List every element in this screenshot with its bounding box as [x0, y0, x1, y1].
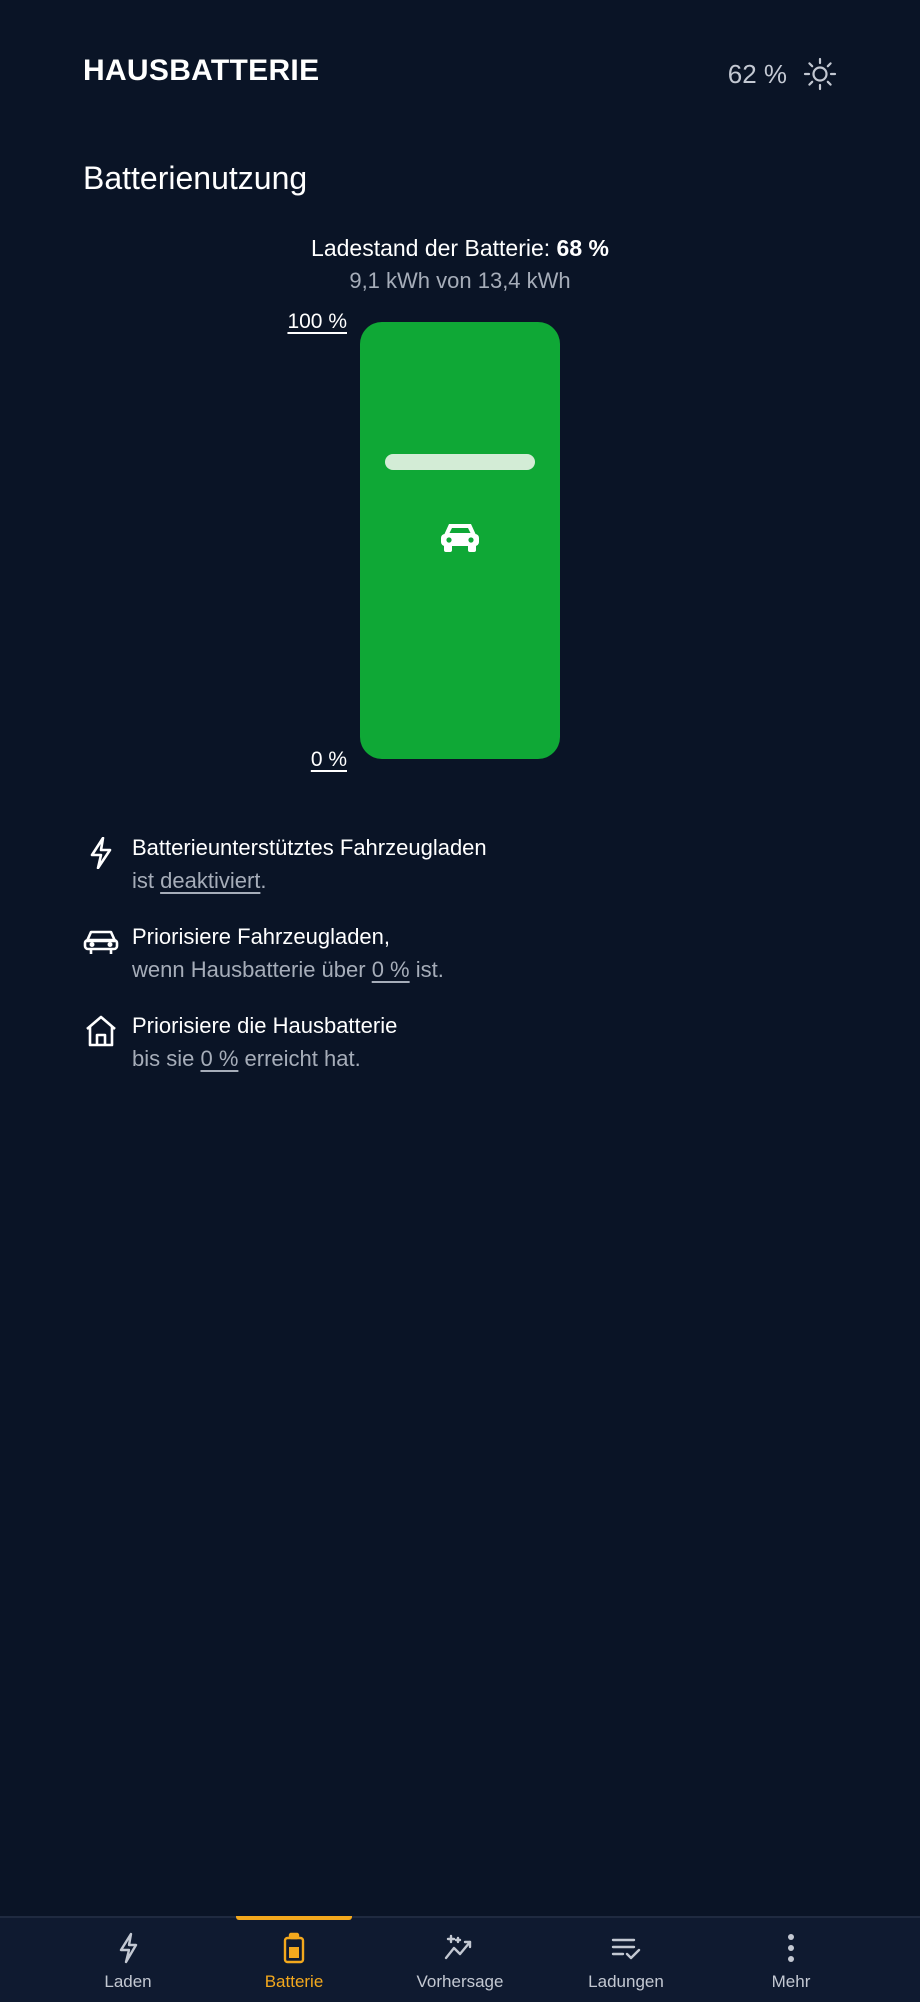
nav-item-mehr[interactable]: Mehr	[716, 1918, 866, 2002]
nav-label: Ladungen	[588, 1972, 664, 1991]
threshold-link[interactable]: 0 %	[200, 1046, 238, 1071]
setting-detail: bis sie 0 % erreicht hat.	[132, 1046, 361, 1071]
sun-icon[interactable]	[803, 57, 837, 91]
setting-detail: ist deaktiviert.	[132, 868, 267, 893]
status-link[interactable]: deaktiviert	[160, 868, 260, 893]
setting-detail: wenn Hausbatterie über 0 % ist.	[132, 957, 444, 982]
nav-label: Mehr	[771, 1972, 811, 1991]
charge-label: Ladestand der Batterie:	[311, 235, 551, 261]
nav-item-ladungen[interactable]: Ladungen	[551, 1918, 701, 2002]
more-vertical-icon	[788, 1934, 794, 1962]
scale-bottom-label[interactable]: 0 %	[311, 748, 347, 772]
header-right: 62 %	[728, 50, 837, 98]
header: HAUSBATTERIE 62 %	[83, 50, 837, 98]
setting-title: Batterieunterstütztes Fahrzeugladen	[132, 835, 487, 860]
bolt-icon	[90, 837, 112, 869]
battery-level-text: 62 %	[727, 58, 787, 89]
section-title: Batterienutzung	[83, 160, 308, 196]
nav-item-laden[interactable]: Laden	[53, 1918, 203, 2002]
nav-label: Laden	[104, 1972, 152, 1991]
nav-item-batterie[interactable]: Batterie	[219, 1918, 369, 2002]
bolt-icon	[119, 1932, 138, 1964]
list-check-icon	[611, 1938, 641, 1960]
charge-percent: 68 %	[556, 235, 609, 261]
threshold-link[interactable]: 0 %	[372, 957, 410, 982]
bottom-nav: Laden Batterie Vorhersage Ladungen Mehr	[0, 1916, 920, 2002]
nav-label: Batterie	[264, 1972, 324, 1991]
battery-gauge	[360, 322, 560, 759]
setting-title: Priorisiere die Hausbatterie	[132, 1013, 398, 1038]
forecast-icon	[444, 1934, 472, 1960]
home-icon	[86, 1015, 116, 1047]
car-icon	[83, 930, 119, 954]
app-title: HAUSBATTERIE	[83, 54, 320, 87]
battery-icon	[283, 1932, 305, 1964]
nav-label: Vorhersage	[416, 1972, 504, 1991]
car-icon	[441, 524, 479, 552]
nav-item-vorhersage[interactable]: Vorhersage	[385, 1918, 535, 2002]
threshold-handle[interactable]	[385, 454, 535, 470]
charge-heading: Ladestand der Batterie: 68 %	[0, 235, 920, 262]
setting-title: Priorisiere Fahrzeugladen,	[132, 924, 391, 949]
charge-energy: 9,1 kWh von 13,4 kWh	[349, 268, 571, 293]
scale-top-label[interactable]: 100 %	[287, 310, 347, 334]
